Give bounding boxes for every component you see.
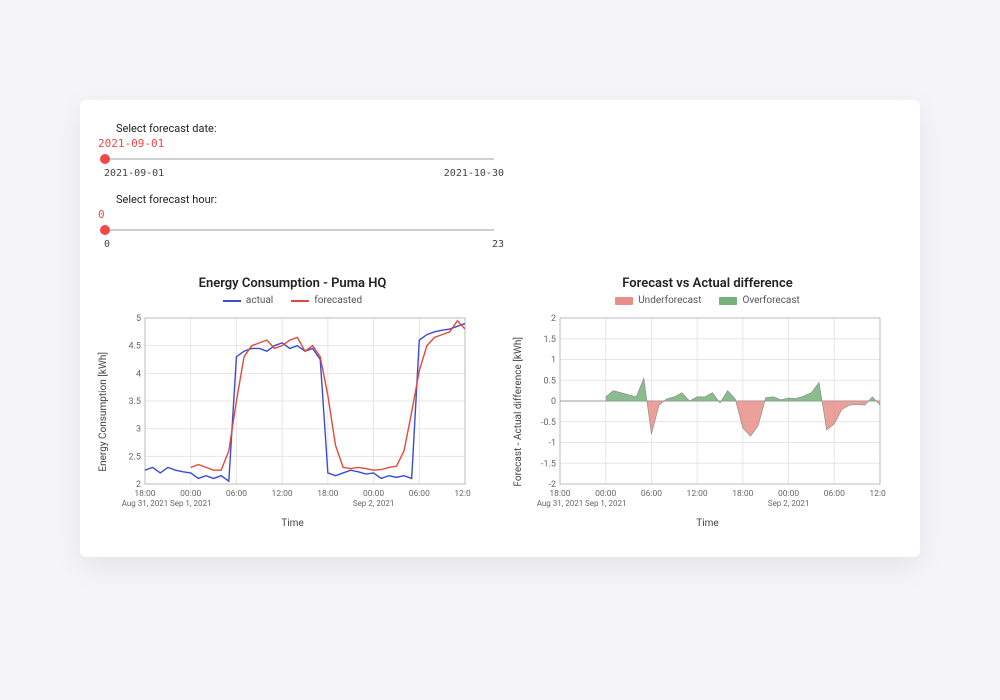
forecast-hour-max: 23: [492, 239, 504, 250]
svg-text:Aug 31, 2021: Aug 31, 2021: [537, 499, 584, 508]
svg-text:00:00: 00:00: [180, 489, 201, 499]
svg-text:-1: -1: [548, 439, 556, 449]
svg-text:18:00: 18:00: [732, 489, 753, 499]
forecast-date-min: 2021-09-01: [104, 168, 164, 179]
svg-text:Aug 31, 2021: Aug 31, 2021: [122, 499, 169, 508]
svg-text:Sep 2, 2021: Sep 2, 2021: [353, 499, 395, 508]
svg-text:1: 1: [551, 356, 556, 366]
chart1-plot: 22.533.544.5518:00Aug 31, 202100:00Sep 1…: [111, 312, 471, 512]
svg-text:4.5: 4.5: [129, 342, 142, 352]
forecast-date-max: 2021-10-30: [444, 168, 504, 179]
svg-text:12:00: 12:00: [454, 489, 471, 499]
chart2-title: Forecast vs Actual difference: [513, 276, 902, 291]
chart1-title: Energy Consumption - Puma HQ: [98, 276, 487, 291]
chart2-xlabel: Time: [513, 518, 902, 529]
svg-text:Sep 1, 2021: Sep 1, 2021: [585, 499, 627, 508]
svg-text:18:00: 18:00: [549, 489, 570, 499]
svg-text:5: 5: [136, 314, 141, 324]
svg-text:-1.5: -1.5: [541, 459, 556, 469]
svg-text:1.5: 1.5: [544, 335, 557, 345]
svg-text:2.5: 2.5: [129, 452, 142, 462]
svg-text:18:00: 18:00: [317, 489, 338, 499]
chart1-legend: actual forecasted: [98, 295, 487, 306]
legend-overforecast: Overforecast: [719, 295, 799, 306]
chart2-ylabel: Forecast - Actual difference [kWh]: [513, 337, 524, 487]
forecast-date-slider[interactable]: [100, 152, 500, 166]
chart2-plot: -2-1.5-1-0.500.511.5218:00Aug 31, 202100…: [526, 312, 886, 512]
svg-text:12:00: 12:00: [687, 489, 708, 499]
svg-text:3.5: 3.5: [129, 397, 142, 407]
svg-text:0.5: 0.5: [544, 376, 557, 386]
svg-text:06:00: 06:00: [824, 489, 845, 499]
legend-actual: actual: [223, 295, 273, 306]
forecast-date-control: Select forecast date: 2021-09-01 2021-09…: [98, 122, 902, 179]
svg-text:2: 2: [551, 314, 556, 324]
forecast-date-value: 2021-09-01: [98, 137, 902, 150]
legend-underforecast: Underforecast: [615, 295, 701, 306]
forecast-hour-min: 0: [104, 239, 110, 250]
svg-text:12:00: 12:00: [272, 489, 293, 499]
forecast-hour-label: Select forecast hour:: [116, 193, 902, 206]
svg-text:12:00: 12:00: [869, 489, 886, 499]
svg-text:Sep 1, 2021: Sep 1, 2021: [170, 499, 212, 508]
legend-forecasted: forecasted: [291, 295, 362, 306]
svg-text:3: 3: [136, 425, 141, 435]
svg-text:00:00: 00:00: [363, 489, 384, 499]
energy-consumption-chart: Energy Consumption - Puma HQ actual fore…: [98, 276, 487, 529]
chart1-ylabel: Energy Consumption [kWh]: [98, 352, 109, 472]
svg-text:18:00: 18:00: [134, 489, 155, 499]
svg-text:00:00: 00:00: [778, 489, 799, 499]
svg-text:0: 0: [551, 397, 556, 407]
forecast-hour-slider[interactable]: [100, 223, 500, 237]
forecast-hour-control: Select forecast hour: 0 0 23: [98, 193, 902, 250]
chart1-xlabel: Time: [98, 518, 487, 529]
dashboard-card: Select forecast date: 2021-09-01 2021-09…: [80, 100, 920, 557]
svg-text:4: 4: [136, 369, 141, 379]
chart2-legend: Underforecast Overforecast: [513, 295, 902, 306]
svg-text:06:00: 06:00: [641, 489, 662, 499]
svg-text:Sep 2, 2021: Sep 2, 2021: [768, 499, 810, 508]
svg-text:06:00: 06:00: [226, 489, 247, 499]
svg-text:-0.5: -0.5: [541, 418, 556, 428]
svg-text:00:00: 00:00: [595, 489, 616, 499]
forecast-hour-value: 0: [98, 208, 902, 221]
forecast-date-label: Select forecast date:: [116, 122, 902, 135]
svg-text:06:00: 06:00: [409, 489, 430, 499]
forecast-difference-chart: Forecast vs Actual difference Underforec…: [513, 276, 902, 529]
